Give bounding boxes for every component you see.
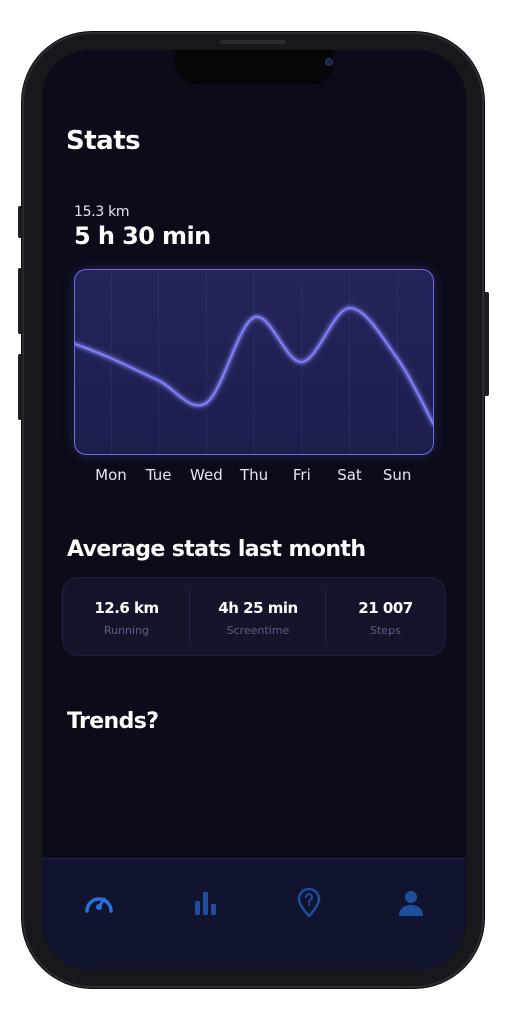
x-tick-wed: Wed: [190, 466, 223, 484]
tab-dashboard[interactable]: [79, 883, 119, 923]
stat-steps: 21 007 Steps: [326, 578, 445, 655]
x-tick-tue: Tue: [145, 466, 172, 484]
stat-label: Steps: [370, 624, 401, 637]
weekly-activity-chart: [74, 269, 434, 455]
location-pin-icon: [297, 888, 321, 918]
speedometer-icon: [85, 897, 113, 913]
x-tick-mon: Mon: [95, 466, 127, 484]
volume-down-button: [18, 354, 23, 420]
bottom-tab-bar: [42, 858, 466, 970]
x-tick-sun: Sun: [382, 466, 412, 484]
volume-up-button: [18, 268, 23, 334]
front-camera: [325, 58, 333, 66]
x-tick-fri: Fri: [292, 466, 311, 484]
x-tick-thu: Thu: [240, 466, 269, 484]
stat-running: 12.6 km Running: [63, 578, 190, 655]
total-duration: 5 h 30 min: [74, 222, 211, 250]
power-button: [484, 292, 489, 396]
average-stats-card: 12.6 km Running 4h 25 min Screentime 21 …: [62, 577, 446, 656]
total-distance: 15.3 km: [74, 204, 130, 220]
bar-chart-icon: [195, 892, 216, 915]
stat-label: Running: [103, 624, 150, 637]
stat-label: Screentime: [226, 624, 290, 637]
page-title: Stats: [66, 126, 141, 156]
stat-value: 12.6 km: [94, 599, 159, 617]
average-stats-title: Average stats last month: [67, 537, 366, 562]
chart-svg: [75, 271, 433, 453]
silent-switch: [18, 206, 23, 238]
top-speaker-grille: [220, 40, 286, 44]
user-icon: [399, 891, 423, 916]
notch: [175, 50, 333, 84]
tab-stats[interactable]: [186, 883, 226, 923]
stat-value: 4h 25 min: [218, 599, 298, 617]
phone-screen: Stats 15.3 km 5 h 30 min Mon Tue Wed Thu Fri…: [42, 50, 466, 970]
tab-location[interactable]: [289, 883, 329, 923]
stat-screentime: 4h 25 min Screentime: [190, 578, 326, 655]
stat-value: 21 007: [358, 599, 413, 617]
trends-title: Trends?: [67, 709, 159, 734]
x-tick-sat: Sat: [337, 466, 362, 484]
tab-profile[interactable]: [391, 883, 431, 923]
